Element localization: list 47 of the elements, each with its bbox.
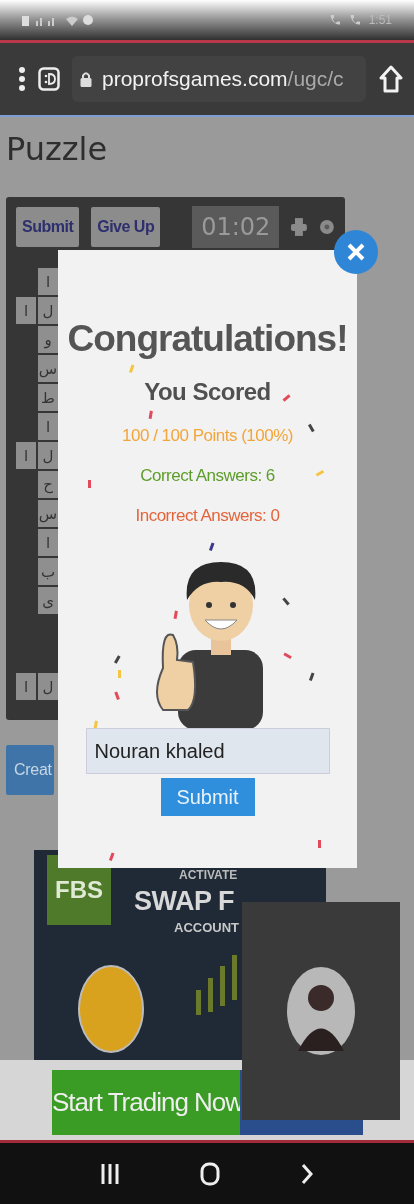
congratulations-heading: Congratulations! — [67, 318, 348, 360]
grid-cell[interactable]: ا — [38, 529, 58, 556]
score-result: 100 / 100 Points (100%) — [122, 425, 293, 447]
ad-headline: SWAP F — [134, 885, 235, 918]
recent-apps-icon[interactable] — [100, 1163, 119, 1184]
timer: 01:02 — [192, 206, 280, 248]
ad-subline: ACCOUNT — [174, 920, 239, 935]
score-result: Incorrect Answers: 0 — [135, 505, 280, 527]
url-host: proprofsgames.com — [102, 67, 288, 90]
grid-cell[interactable]: ط — [38, 384, 58, 411]
home-icon[interactable] — [200, 1161, 220, 1186]
grid-cell[interactable]: ل — [38, 673, 58, 700]
call-icon — [348, 14, 361, 26]
avatar-icon — [286, 966, 356, 1056]
grid-cell[interactable]: س — [38, 500, 58, 527]
submit-button[interactable]: Submit — [16, 207, 80, 247]
url-path: /ugc/c — [287, 67, 344, 90]
address-bar[interactable]: proprofsgames.com/ugc/c — [72, 56, 366, 102]
grid-cell[interactable]: ى — [38, 587, 58, 614]
grid-cell[interactable]: ح — [38, 471, 58, 498]
grid-cell[interactable]: ب — [38, 558, 58, 585]
close-button[interactable] — [334, 230, 378, 274]
close-icon — [346, 242, 366, 262]
grid-cell[interactable]: س — [38, 355, 58, 382]
score-result: Correct Answers: 6 — [140, 465, 275, 487]
puzzle-title: Puzzle — [6, 129, 108, 169]
grid-cell[interactable]: ا — [16, 297, 36, 324]
submit-button[interactable]: Submit — [160, 778, 255, 816]
grid-cell[interactable]: ا — [16, 673, 36, 700]
home-icon[interactable] — [378, 65, 404, 93]
back-icon[interactable] — [301, 1162, 314, 1185]
name-field[interactable]: Nouran khaled — [85, 728, 330, 774]
lock-icon — [80, 71, 92, 87]
clock-time: 1:51 — [368, 13, 392, 27]
more-menu-icon[interactable] — [18, 67, 26, 91]
grid-cell[interactable]: ا — [38, 268, 58, 295]
grid-cell[interactable]: ل — [38, 442, 58, 469]
ad-kicker: ACTIVATE — [179, 868, 238, 882]
grid-cell[interactable]: و — [38, 326, 58, 353]
give-up-button[interactable]: Give Up — [91, 207, 161, 247]
create-button[interactable]: Creat — [6, 745, 54, 795]
call-icon — [328, 14, 341, 26]
grid-cell[interactable]: ل — [38, 297, 58, 324]
grid-cell[interactable]: ا — [16, 442, 36, 469]
grid-cell[interactable]: ا — [38, 413, 58, 440]
score-heading: You Scored — [144, 378, 271, 406]
tab-switcher-icon[interactable] — [38, 67, 60, 91]
